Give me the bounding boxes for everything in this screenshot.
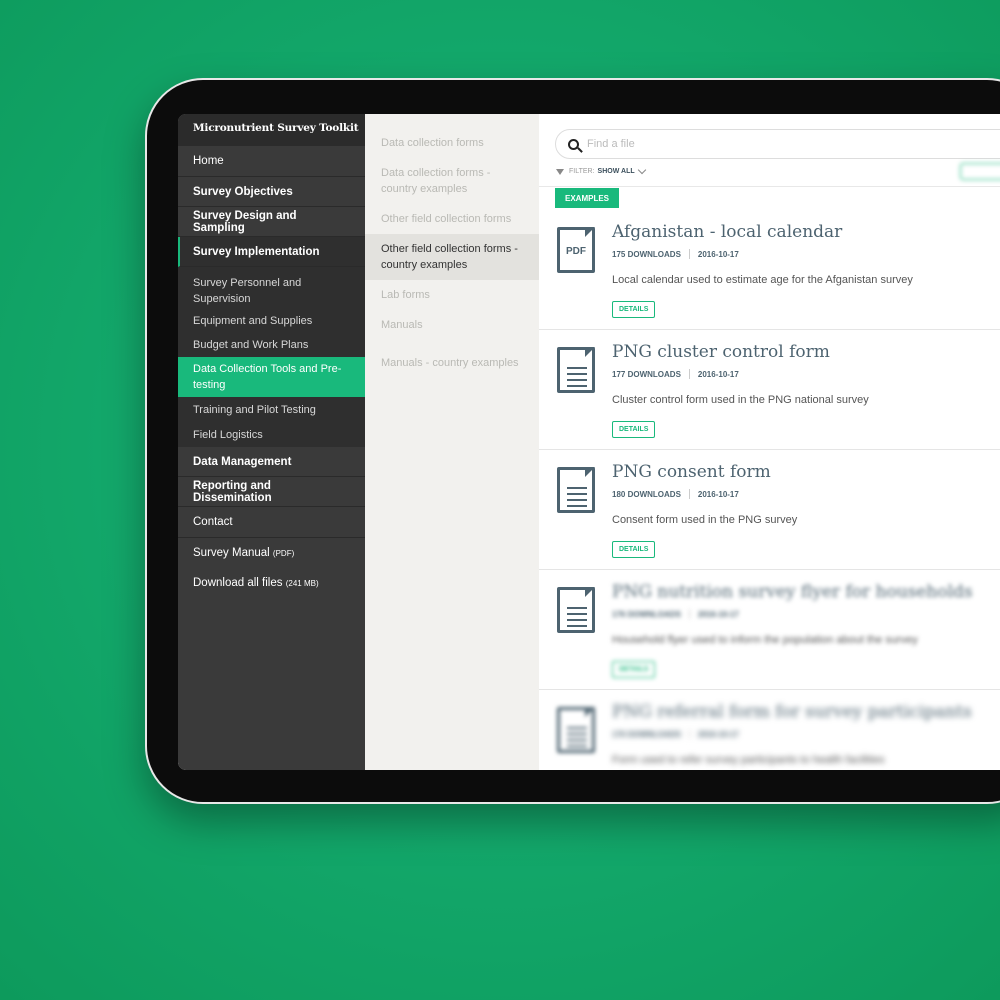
details-button[interactable]: DETAILS — [612, 421, 656, 438]
search-input[interactable]: Find a file — [587, 138, 635, 150]
file-item[interactable]: PNG consent form 180 DOWNLOADS 2016-10-1… — [539, 452, 1000, 570]
nav-home[interactable]: Home — [178, 146, 365, 177]
filter-label: FILTER: — [569, 168, 595, 175]
pdf-file-icon: PDF — [557, 227, 595, 273]
filter-tag-button[interactable] — [960, 163, 1000, 180]
nav-reporting[interactable]: Reporting and Dissemination — [178, 477, 365, 507]
download-count: 175 DOWNLOADS — [612, 249, 681, 259]
file-list-area: Find a file FILTER: SHOW ALL EXAMPLES PD… — [539, 114, 1000, 770]
sub-nav: Survey Personnel and Supervision Equipme… — [178, 267, 365, 447]
file-date: 2016-10-17 — [697, 609, 739, 619]
category-manuals[interactable]: Manuals — [365, 310, 539, 340]
nav-survey-manual[interactable]: Survey Manual (PDF) — [178, 538, 365, 568]
filter-dropdown[interactable]: FILTER: SHOW ALL — [556, 165, 646, 175]
document-icon — [557, 347, 595, 393]
file-meta: 180 DOWNLOADS 2016-10-17 — [612, 489, 739, 499]
file-meta: 177 DOWNLOADS 2016-10-17 — [612, 369, 739, 379]
category-manuals-country[interactable]: Manuals - country examples — [365, 340, 539, 386]
sub-nav-budget[interactable]: Budget and Work Plans — [178, 333, 365, 357]
file-description: Form used to refer survey participants t… — [612, 754, 885, 766]
details-button[interactable]: DETAILS — [612, 301, 656, 318]
file-date: 2016-10-17 — [697, 369, 739, 379]
filter-value: SHOW ALL — [597, 168, 635, 175]
search-bar[interactable]: Find a file — [555, 129, 1000, 159]
file-title[interactable]: Afganistan - local calendar — [612, 222, 842, 242]
sub-nav-equipment[interactable]: Equipment and Supplies — [178, 309, 365, 333]
file-description: Consent form used in the PNG survey — [612, 514, 798, 526]
download-count: 180 DOWNLOADS — [612, 489, 681, 499]
category-panel: Data collection forms Data collection fo… — [365, 114, 539, 770]
document-icon — [557, 587, 595, 633]
details-button[interactable]: DETAILS — [612, 541, 656, 558]
file-meta: 176 DOWNLOADS 2016-10-17 — [612, 609, 739, 619]
survey-manual-suffix: (PDF) — [272, 548, 295, 558]
file-meta: 176 DOWNLOADS 2016-10-17 — [612, 729, 739, 739]
sidebar: Micronutrient Survey Toolkit Home Survey… — [178, 114, 365, 770]
divider — [539, 186, 1000, 187]
search-icon — [568, 138, 579, 150]
file-title[interactable]: PNG consent form — [612, 462, 771, 482]
file-date: 2016-10-17 — [697, 729, 739, 739]
file-date: 2016-10-17 — [697, 489, 739, 499]
brand-title[interactable]: Micronutrient Survey Toolkit — [178, 114, 365, 146]
filter-icon — [556, 168, 564, 175]
download-all-suffix: (241 MB) — [285, 578, 319, 588]
nav-download-all[interactable]: Download all files (241 MB) — [178, 568, 365, 598]
file-title[interactable]: PNG nutrition survey flyer for household… — [612, 582, 973, 602]
file-title[interactable]: PNG cluster control form — [612, 342, 830, 362]
sub-nav-data-collection-tools[interactable]: Data Collection Tools and Pre-testing — [178, 357, 365, 397]
pdf-label: PDF — [566, 246, 586, 257]
nav-survey-implementation[interactable]: Survey Implementation — [178, 237, 365, 267]
download-count: 176 DOWNLOADS — [612, 609, 681, 619]
file-description: Local calendar used to estimate age for … — [612, 274, 913, 286]
survey-manual-label: Survey Manual — [193, 547, 270, 559]
file-item[interactable]: PNG cluster control form 177 DOWNLOADS 2… — [539, 332, 1000, 450]
nav-contact[interactable]: Contact — [178, 507, 365, 538]
sub-nav-field-logistics[interactable]: Field Logistics — [178, 422, 365, 447]
category-other-field-forms-country[interactable]: Other field collection forms - country e… — [365, 234, 539, 280]
file-meta: 175 DOWNLOADS 2016-10-17 — [612, 249, 739, 259]
download-count: 177 DOWNLOADS — [612, 369, 681, 379]
download-count: 176 DOWNLOADS — [612, 729, 681, 739]
category-tag: EXAMPLES — [555, 188, 620, 208]
category-data-collection-forms[interactable]: Data collection forms — [365, 128, 539, 158]
screen: Micronutrient Survey Toolkit Home Survey… — [178, 114, 1000, 770]
file-item[interactable]: PNG nutrition survey flyer for household… — [539, 572, 1000, 690]
details-button[interactable]: DETAILS — [612, 661, 656, 678]
nav-survey-objectives[interactable]: Survey Objectives — [178, 177, 365, 207]
document-icon — [557, 467, 595, 513]
download-all-label: Download all files — [193, 577, 283, 589]
sub-nav-training[interactable]: Training and Pilot Testing — [178, 397, 365, 422]
nav-data-management[interactable]: Data Management — [178, 447, 365, 477]
category-data-collection-forms-country[interactable]: Data collection forms - country examples — [365, 158, 539, 204]
sub-nav-personnel[interactable]: Survey Personnel and Supervision — [178, 273, 365, 309]
category-lab-forms[interactable]: Lab forms — [365, 280, 539, 310]
file-description: Household flyer used to inform the popul… — [612, 634, 918, 646]
file-date: 2016-10-17 — [697, 249, 739, 259]
nav-survey-design[interactable]: Survey Design and Sampling — [178, 207, 365, 237]
chevron-down-icon — [637, 165, 646, 175]
category-other-field-forms[interactable]: Other field collection forms — [365, 204, 539, 234]
file-item[interactable]: PDF Afganistan - local calendar 175 DOWN… — [539, 212, 1000, 330]
file-title[interactable]: PNG referral form for survey participant… — [612, 702, 972, 722]
file-item[interactable]: PNG referral form for survey participant… — [539, 692, 1000, 770]
file-description: Cluster control form used in the PNG nat… — [612, 394, 869, 406]
document-icon — [557, 707, 595, 753]
